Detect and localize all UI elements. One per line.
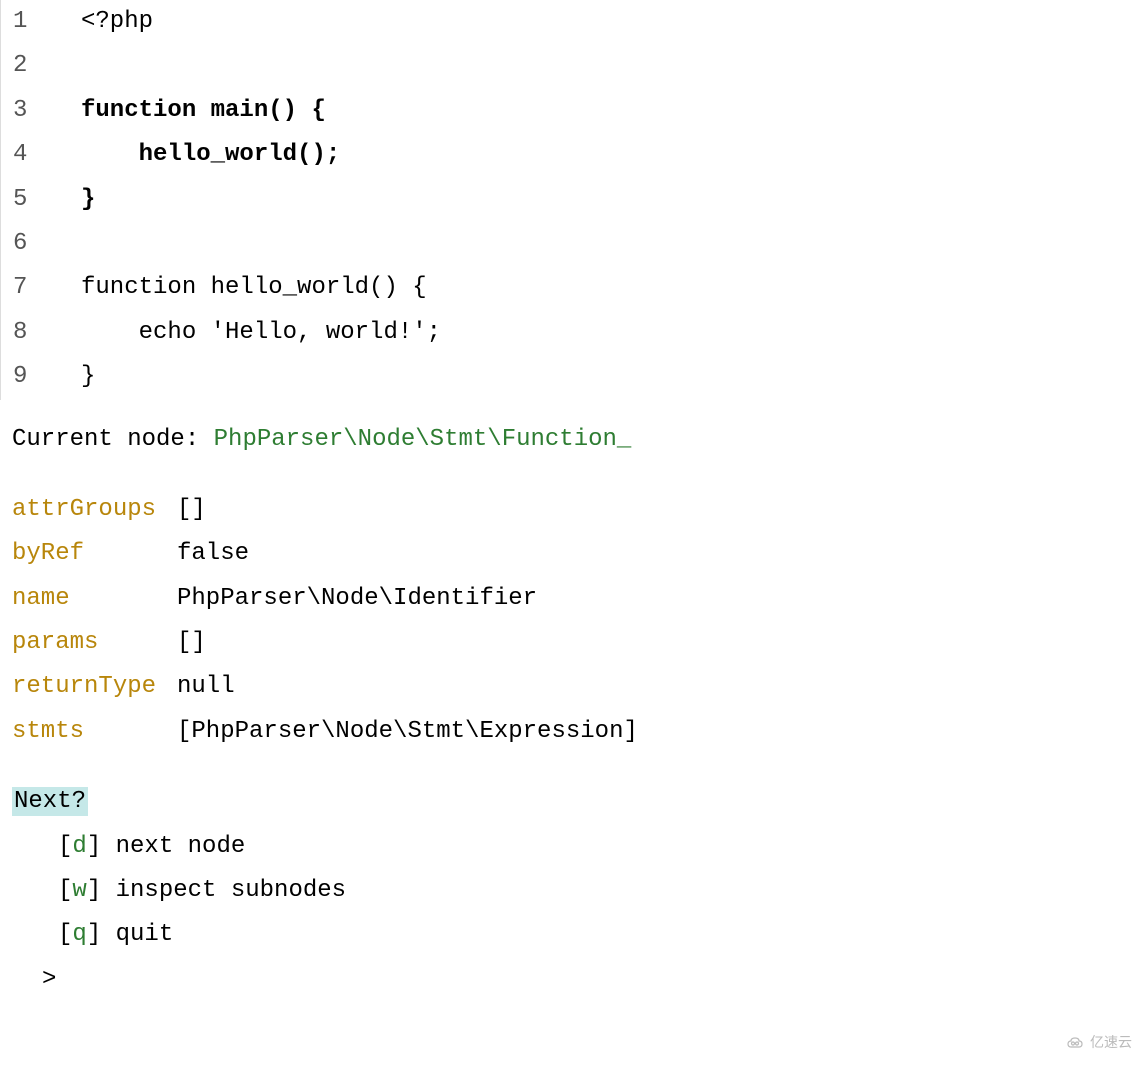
code-line: 6 — [1, 222, 1142, 266]
menu-label: next node — [116, 833, 246, 860]
cloud-icon — [1066, 1036, 1086, 1050]
property-key: byRef — [12, 532, 177, 576]
bracket-close: ] — [87, 833, 116, 860]
line-content: hello_world(); — [51, 133, 340, 177]
code-line: 1 <?php — [1, 0, 1142, 44]
menu-item-inspect-subnodes[interactable]: [w] inspect subnodes — [12, 869, 1130, 913]
properties-table: attrGroups [] byRef false name PhpParser… — [12, 488, 1130, 754]
property-key: stmts — [12, 710, 177, 754]
code-line: 5 } — [1, 178, 1142, 222]
line-number: 7 — [1, 266, 51, 310]
property-value: null — [177, 665, 235, 709]
menu-key: w — [72, 877, 86, 904]
bracket-close: ] — [87, 921, 116, 948]
property-row: byRef false — [12, 532, 1130, 576]
line-number: 2 — [1, 44, 51, 88]
bracket-close: ] — [87, 877, 116, 904]
property-value: [PhpParser\Node\Stmt\Expression] — [177, 710, 638, 754]
line-content: function hello_world() { — [51, 266, 427, 310]
bracket-open: [ — [58, 877, 72, 904]
property-row: stmts [PhpParser\Node\Stmt\Expression] — [12, 710, 1130, 754]
menu-item-next-node[interactable]: [d] next node — [12, 825, 1130, 869]
line-content: <?php — [51, 0, 153, 44]
watermark-text: 亿速云 — [1090, 1030, 1132, 1056]
line-number: 8 — [1, 311, 51, 355]
code-line: 3 function main() { — [1, 89, 1142, 133]
watermark: 亿速云 — [1066, 1030, 1132, 1056]
line-content: echo 'Hello, world!'; — [51, 311, 441, 355]
menu-title-line: Next? — [12, 780, 1130, 824]
line-number: 9 — [1, 355, 51, 399]
property-value: PhpParser\Node\Identifier — [177, 577, 537, 621]
line-number: 6 — [1, 222, 51, 266]
menu-title: Next? — [12, 787, 88, 816]
current-node-label: Current node: — [12, 426, 214, 453]
property-row: name PhpParser\Node\Identifier — [12, 577, 1130, 621]
menu-key: q — [72, 921, 86, 948]
property-row: returnType null — [12, 665, 1130, 709]
prompt-symbol: > — [42, 966, 56, 993]
line-content: } — [51, 178, 95, 222]
bracket-open: [ — [58, 833, 72, 860]
code-line: 8 echo 'Hello, world!'; — [1, 311, 1142, 355]
bracket-open: [ — [58, 921, 72, 948]
property-row: attrGroups [] — [12, 488, 1130, 532]
line-content: function main() { — [51, 89, 326, 133]
code-line: 7 function hello_world() { — [1, 266, 1142, 310]
property-key: params — [12, 621, 177, 665]
line-number: 1 — [1, 0, 51, 44]
line-number: 4 — [1, 133, 51, 177]
property-value: false — [177, 532, 249, 576]
input-prompt[interactable]: > — [12, 958, 1130, 1002]
current-node-value: PhpParser\Node\Stmt\Function_ — [214, 426, 632, 453]
line-number: 5 — [1, 178, 51, 222]
output-section: Current node: PhpParser\Node\Stmt\Functi… — [0, 400, 1142, 1015]
line-number: 3 — [1, 89, 51, 133]
menu-label: quit — [116, 921, 174, 948]
property-key: attrGroups — [12, 488, 177, 532]
property-row: params [] — [12, 621, 1130, 665]
menu-key: d — [72, 833, 86, 860]
code-line: 9 } — [1, 355, 1142, 399]
property-value: [] — [177, 621, 206, 665]
code-line: 2 — [1, 44, 1142, 88]
line-content: } — [51, 355, 95, 399]
code-line: 4 hello_world(); — [1, 133, 1142, 177]
current-node-line: Current node: PhpParser\Node\Stmt\Functi… — [12, 418, 1130, 462]
menu-section: Next? [d] next node [w] inspect subnodes… — [12, 780, 1130, 1002]
menu-label: inspect subnodes — [116, 877, 346, 904]
property-key: returnType — [12, 665, 177, 709]
code-listing: 1 <?php 2 3 function main() { 4 hello_wo… — [0, 0, 1142, 400]
property-value: [] — [177, 488, 206, 532]
menu-item-quit[interactable]: [q] quit — [12, 913, 1130, 957]
property-key: name — [12, 577, 177, 621]
